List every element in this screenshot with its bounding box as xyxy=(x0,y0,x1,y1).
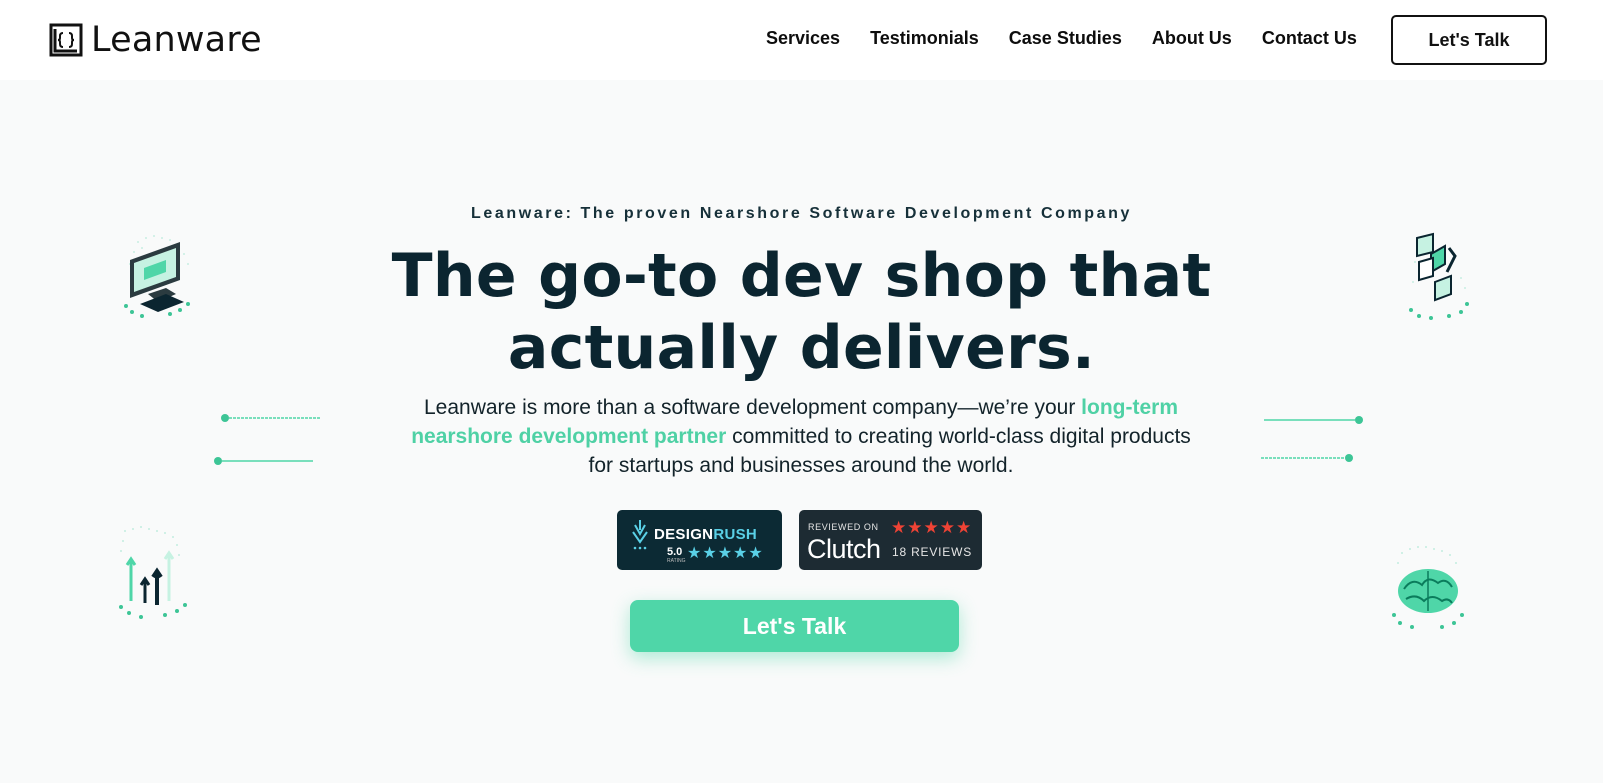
nav-item-about-us[interactable]: About Us xyxy=(1152,27,1232,49)
nav-item-contact-us[interactable]: Contact Us xyxy=(1262,27,1357,49)
headline-line-1: The go-to dev shop that xyxy=(391,241,1212,311)
hero-headline: The go-to dev shop that actually deliver… xyxy=(0,240,1603,384)
brain-illustration xyxy=(1392,546,1464,629)
deco-line-right-1 xyxy=(1264,416,1363,424)
nav-lets-talk-button[interactable]: Let's Talk xyxy=(1391,15,1547,65)
designrush-rating: 5.0 xyxy=(667,546,683,558)
headline-line-2: actually delivers. xyxy=(507,313,1096,383)
nav-item-case-studies[interactable]: Case Studies xyxy=(1009,27,1122,49)
hero-description-text-1: Leanware is more than a software develop… xyxy=(424,396,1082,419)
designrush-rating-label: RATING xyxy=(667,558,686,564)
brand-name: Leanware xyxy=(91,20,262,60)
designrush-name-part1: DESIGN xyxy=(654,526,714,543)
designrush-logo-icon xyxy=(632,520,648,550)
puzzle-illustration xyxy=(1409,232,1469,320)
clutch-review-count: 18 REVIEWS xyxy=(892,545,973,559)
clutch-badge[interactable]: REVIEWED ON Clutch ★★★★★ 18 REVIEWS xyxy=(799,510,982,570)
deco-line-right-2 xyxy=(1261,454,1353,462)
nav-item-testimonials[interactable]: Testimonials xyxy=(870,27,979,49)
clutch-stars-icon: ★★★★★ xyxy=(891,518,973,537)
hero-eyebrow: Leanware: The proven Nearshore Software … xyxy=(470,205,1133,222)
hero-lets-talk-button[interactable]: Let's Talk xyxy=(630,600,959,652)
nav-item-services[interactable]: Services xyxy=(766,27,840,49)
deco-line-left-2 xyxy=(214,457,313,465)
designrush-name: DESIGNRUSH xyxy=(654,526,757,543)
deco-line-left-1 xyxy=(221,414,320,422)
designrush-stars-icon: ★★★★★ xyxy=(687,545,764,562)
brackets-square-icon xyxy=(49,23,83,57)
main-menu: Services Testimonials Case Studies About… xyxy=(766,27,1387,49)
review-badges: DESIGNRUSH 5.0 RATING ★★★★★ REVIEWED ON … xyxy=(617,510,982,570)
hero-description: Leanware is more than a software develop… xyxy=(401,393,1201,480)
top-navbar: Leanware Services Testimonials Case Stud… xyxy=(0,0,1603,80)
growth-arrows-illustration xyxy=(119,526,187,619)
clutch-logo: Clutch xyxy=(807,534,881,564)
designrush-name-part2: RUSH xyxy=(713,526,758,543)
monitor-illustration xyxy=(124,235,190,318)
brand-logo[interactable]: Leanware xyxy=(49,22,262,58)
clutch-reviewed-label: REVIEWED ON xyxy=(808,522,879,532)
designrush-badge[interactable]: DESIGNRUSH 5.0 RATING ★★★★★ xyxy=(617,510,782,570)
